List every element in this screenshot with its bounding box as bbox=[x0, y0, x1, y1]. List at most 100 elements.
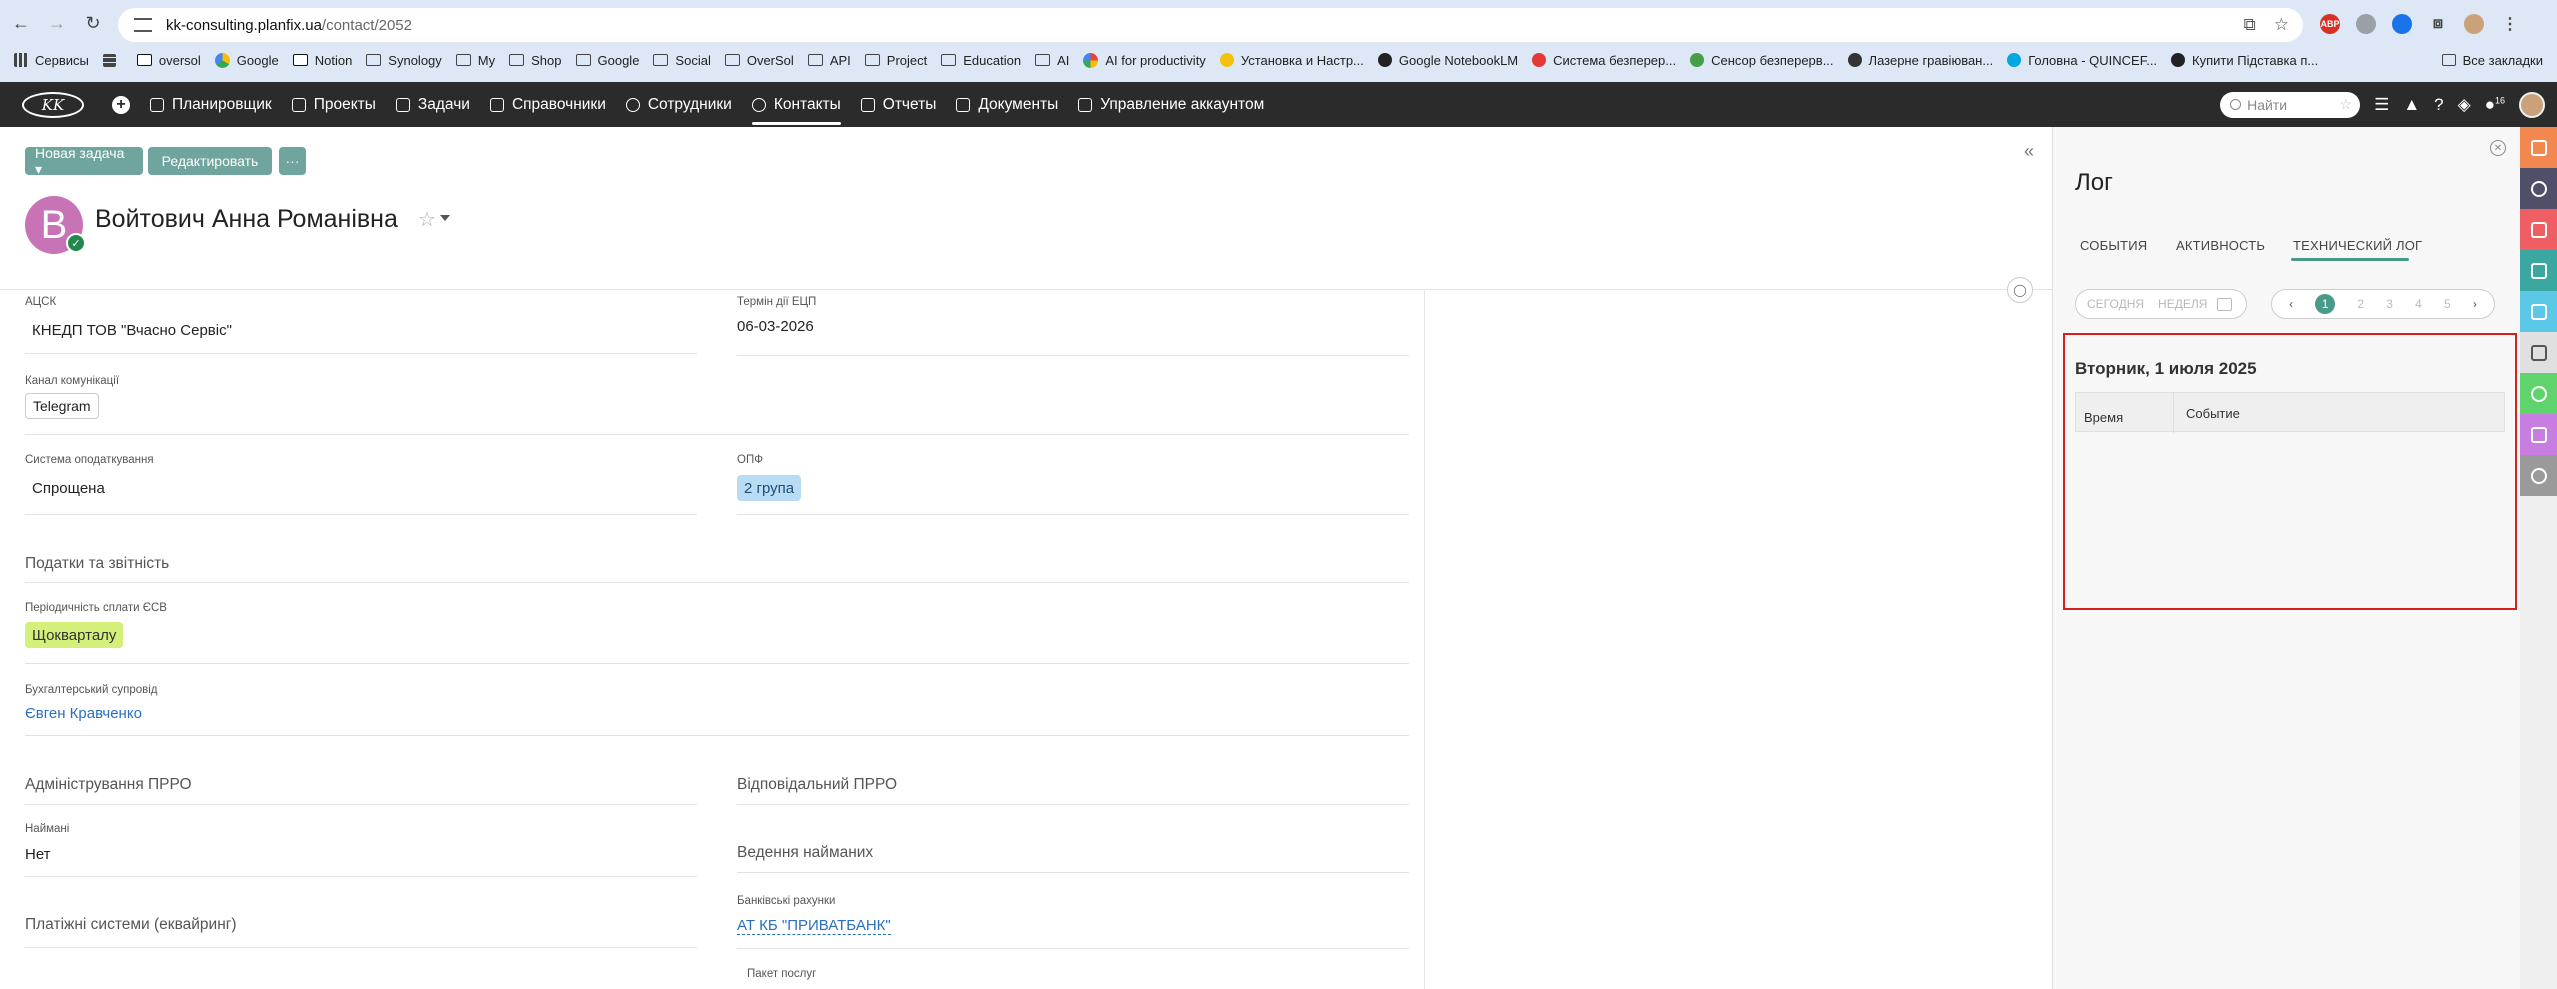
back-arrow-icon[interactable]: ← bbox=[6, 8, 36, 38]
bookmark-item[interactable]: Google bbox=[214, 52, 279, 68]
bookmark-item[interactable] bbox=[102, 53, 123, 67]
bookmark-item[interactable]: Установка и Настр... bbox=[1219, 53, 1364, 68]
profile-avatar-icon[interactable] bbox=[2464, 14, 2484, 34]
bookmark-item[interactable]: Сервисы bbox=[14, 53, 89, 68]
menu-reports[interactable]: Отчеты bbox=[860, 82, 936, 127]
sidebar-documents-icon[interactable] bbox=[2520, 291, 2557, 332]
period-today-button[interactable]: СЕГОДНЯ bbox=[2087, 297, 2144, 311]
menu-documents[interactable]: Документы bbox=[956, 82, 1058, 127]
menu-contacts[interactable]: Контакты bbox=[751, 82, 841, 127]
more-actions-button[interactable]: ··· bbox=[279, 147, 306, 175]
bookmark-folder[interactable]: OverSol bbox=[724, 53, 794, 68]
bookmark-item[interactable]: Лазерне гравіюван... bbox=[1847, 53, 1993, 68]
extensions-puzzle-icon[interactable]: ⧈ bbox=[2428, 14, 2448, 34]
bookmark-item[interactable]: oversol bbox=[136, 53, 201, 68]
tab-events[interactable]: СОБЫТИЯ bbox=[2080, 238, 2147, 253]
new-task-button[interactable]: Новая задача ▾ bbox=[25, 145, 143, 177]
browser-menu-icon[interactable]: ⋮ bbox=[2500, 14, 2520, 34]
bookmark-item[interactable]: Головна - QUINCEF... bbox=[2007, 53, 2157, 68]
extension-abp-icon[interactable]: ABP bbox=[2320, 14, 2340, 34]
chevron-down-icon[interactable] bbox=[440, 215, 450, 221]
help-icon[interactable]: ? bbox=[2434, 95, 2443, 115]
sidebar-comments-icon[interactable] bbox=[2520, 127, 2557, 168]
bookmark-item[interactable]: Купити Підставка п... bbox=[2171, 53, 2318, 68]
calendar-icon[interactable] bbox=[2217, 297, 2233, 311]
bookmark-folder[interactable]: Google bbox=[575, 53, 639, 68]
acsk-value[interactable]: КНЕДП ТОВ "Вчасно Сервіс" bbox=[32, 322, 232, 339]
sidebar-analytics-icon[interactable] bbox=[2520, 414, 2557, 455]
page-button[interactable]: 2 bbox=[2357, 297, 2364, 311]
channel-tag[interactable]: Telegram bbox=[25, 393, 99, 419]
bookmark-star-icon[interactable]: ☆ bbox=[2274, 15, 2289, 35]
bookmark-folder[interactable]: Social bbox=[653, 53, 711, 68]
reload-icon[interactable]: ↻ bbox=[78, 8, 108, 38]
ecp-term-label: Термін дії ЕЦП bbox=[737, 296, 817, 308]
form-column-divider bbox=[1424, 290, 1425, 989]
forward-arrow-icon[interactable]: → bbox=[42, 8, 72, 38]
ecp-term-value[interactable]: 06-03-2026 bbox=[737, 318, 814, 335]
page-current[interactable]: 1 bbox=[2315, 294, 2336, 314]
menu-employees[interactable]: Сотрудники bbox=[625, 82, 732, 127]
bookmark-item[interactable]: Система безперер... bbox=[1532, 53, 1676, 68]
comment-icon[interactable]: ◯ bbox=[2007, 277, 2033, 303]
bookmark-folder[interactable]: Project bbox=[864, 53, 927, 68]
menu-planner[interactable]: Планировщик bbox=[150, 82, 272, 127]
extension-gray-icon[interactable] bbox=[2356, 14, 2376, 34]
bookmark-folder[interactable]: Education bbox=[941, 53, 1021, 68]
notifications-bell-icon[interactable]: ▲ bbox=[2403, 95, 2420, 115]
bookmark-item[interactable]: Notion bbox=[292, 53, 352, 68]
user-notifications-icon[interactable]: ●16 bbox=[2485, 95, 2505, 115]
page-button[interactable]: 3 bbox=[2386, 297, 2393, 311]
bookmark-item[interactable]: AI for productivity bbox=[1083, 52, 1206, 68]
page-button[interactable]: 4 bbox=[2415, 297, 2422, 311]
add-icon[interactable]: + bbox=[112, 95, 130, 114]
chevron-left-icon[interactable]: ‹ bbox=[2289, 297, 2293, 311]
active-tab-indicator bbox=[2291, 258, 2409, 261]
bookmark-folder[interactable]: My bbox=[455, 53, 495, 68]
sidebar-tasks-icon[interactable] bbox=[2520, 209, 2557, 250]
bank-account-link[interactable]: АТ КБ "ПРИВАТБАНК" bbox=[737, 917, 891, 935]
favorite-star-icon[interactable]: ☆ bbox=[418, 207, 436, 232]
tax-system-value[interactable]: Спрощена bbox=[32, 480, 105, 497]
layers-icon[interactable]: ◈ bbox=[2458, 95, 2471, 115]
hired-value[interactable]: Нет bbox=[25, 846, 51, 863]
collapse-panel-icon[interactable]: « bbox=[2024, 141, 2034, 162]
menu-directories[interactable]: Справочники bbox=[489, 82, 606, 127]
bookmark-item[interactable]: Google NotebookLM bbox=[1377, 53, 1518, 68]
extension-shield-icon[interactable] bbox=[2392, 14, 2412, 34]
user-avatar[interactable] bbox=[2519, 91, 2545, 118]
chevron-right-icon[interactable]: › bbox=[2473, 297, 2477, 311]
period-week-button[interactable]: НЕДЕЛЯ bbox=[2158, 297, 2207, 311]
install-app-icon[interactable]: ⧉ bbox=[2244, 15, 2256, 35]
sidebar-signpost-icon[interactable] bbox=[2520, 168, 2557, 209]
list-menu-icon[interactable]: ☰ bbox=[2374, 95, 2389, 115]
bookmark-folder[interactable]: Shop bbox=[509, 53, 562, 68]
bookmark-item[interactable]: Сенсор безперерв... bbox=[1690, 53, 1834, 68]
field-underline bbox=[25, 434, 1409, 435]
accountant-link[interactable]: Євген Кравченко bbox=[25, 705, 142, 722]
app-search-input[interactable]: Найти ☆ bbox=[2220, 91, 2361, 118]
bookmark-folder[interactable]: Synology bbox=[366, 53, 442, 68]
opf-tag[interactable]: 2 група bbox=[737, 475, 802, 501]
sidebar-key-icon[interactable] bbox=[2520, 373, 2557, 414]
menu-account-management[interactable]: Управление аккаунтом bbox=[1078, 82, 1264, 127]
site-icon bbox=[1219, 53, 1234, 67]
company-logo[interactable]: KK bbox=[22, 91, 84, 118]
sidebar-projects-icon[interactable] bbox=[2520, 250, 2557, 291]
site-info-icon[interactable] bbox=[134, 18, 152, 32]
menu-projects[interactable]: Проекты bbox=[291, 82, 376, 127]
page-button[interactable]: 5 bbox=[2444, 297, 2451, 311]
esv-tag[interactable]: Щокварталу bbox=[25, 622, 124, 648]
sidebar-more-icon[interactable] bbox=[2520, 455, 2557, 496]
sidebar-log-icon[interactable] bbox=[2520, 332, 2557, 373]
tab-activity[interactable]: АКТИВНОСТЬ bbox=[2176, 238, 2265, 253]
menu-tasks[interactable]: Задачи bbox=[395, 82, 470, 127]
all-bookmarks[interactable]: Все закладки bbox=[2441, 45, 2543, 75]
edit-button[interactable]: Редактировать bbox=[148, 147, 272, 175]
bookmark-folder[interactable]: API bbox=[807, 53, 851, 68]
bookmark-folder[interactable]: AI bbox=[1035, 53, 1069, 68]
address-bar[interactable]: kk-consulting.planfix.ua/contact/2052 ⧉ … bbox=[118, 8, 2303, 42]
star-outline-icon[interactable]: ☆ bbox=[2340, 96, 2353, 113]
close-icon[interactable]: ✕ bbox=[2490, 140, 2506, 156]
tab-technical-log[interactable]: ТЕХНИЧЕСКИЙ ЛОГ bbox=[2293, 238, 2422, 253]
